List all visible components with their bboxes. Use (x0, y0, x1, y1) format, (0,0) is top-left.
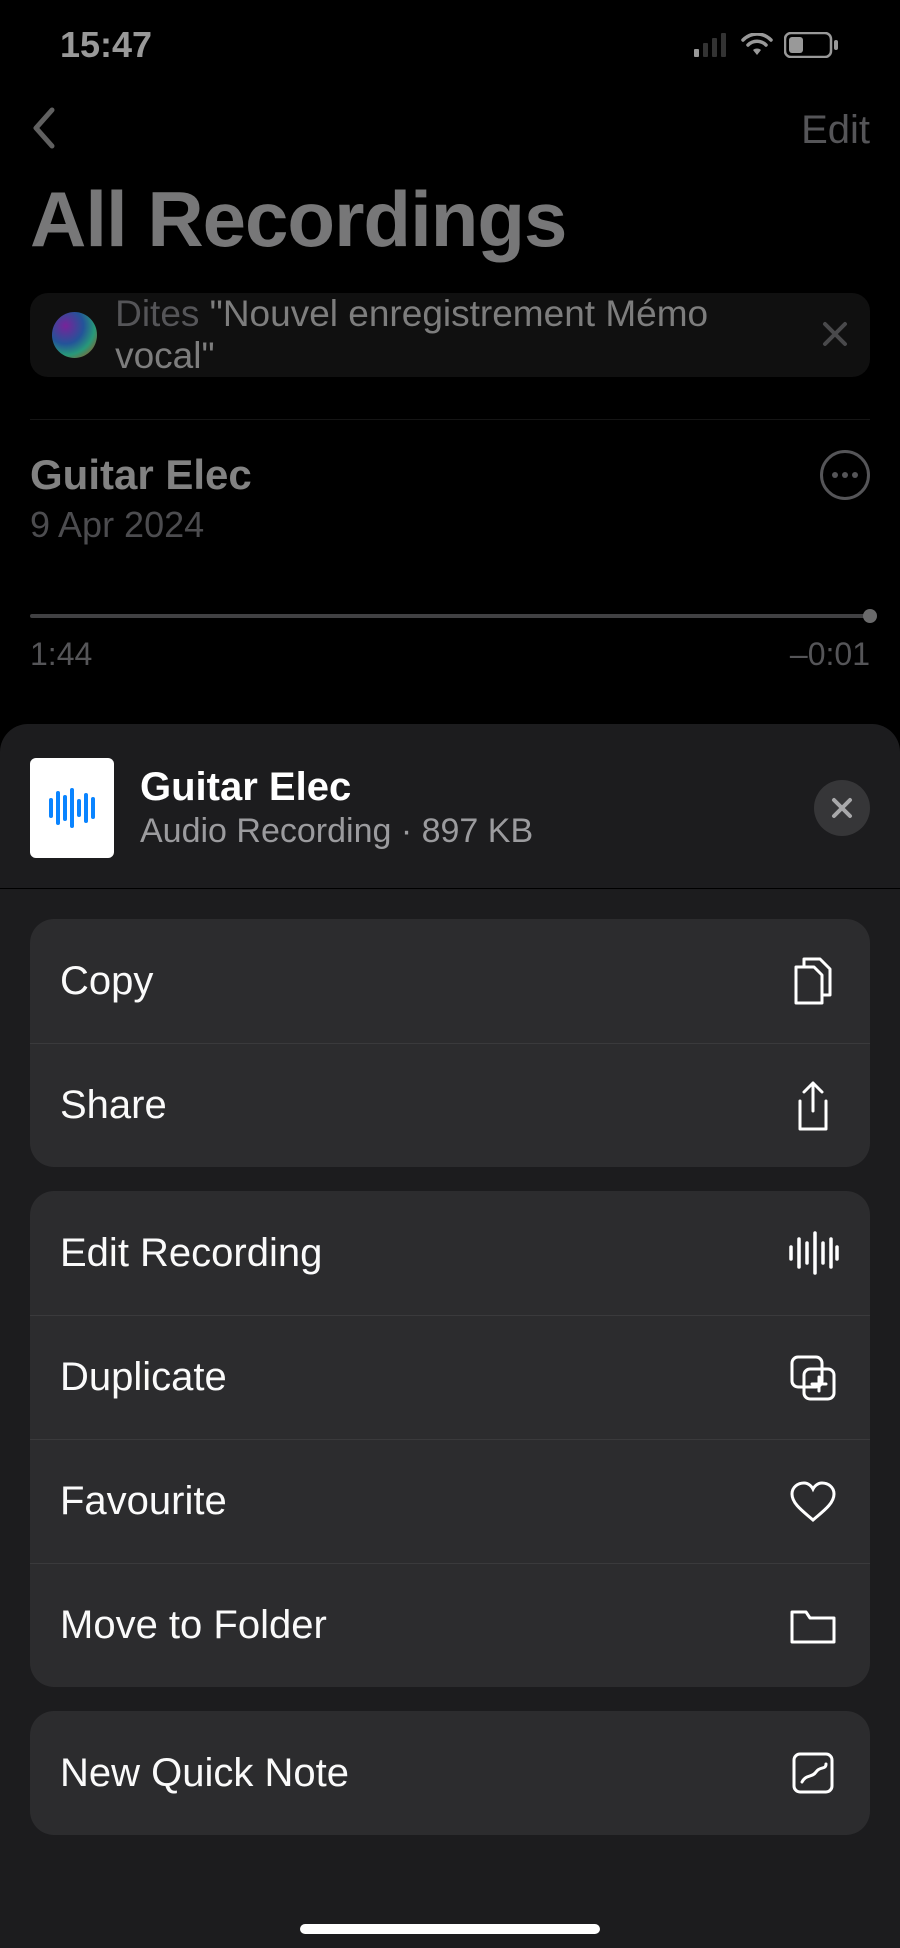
recording-title: Guitar Elec (30, 451, 252, 499)
recording-date: 9 Apr 2024 (30, 504, 870, 546)
action-sheet: Guitar Elec Audio Recording · 897 KB Cop… (0, 724, 900, 1948)
action-label: Edit Recording (60, 1231, 322, 1276)
action-label: Move to Folder (60, 1603, 327, 1648)
action-label: Copy (60, 959, 153, 1004)
status-time: 15:47 (60, 24, 152, 66)
file-icon (30, 758, 114, 858)
waveform-icon (786, 1226, 840, 1280)
sheet-title: Guitar Elec (140, 765, 533, 810)
edit-button[interactable]: Edit (801, 108, 870, 153)
battery-icon (784, 32, 840, 58)
duplicate-icon (786, 1351, 840, 1405)
progress-bar[interactable] (30, 614, 870, 618)
sheet-divider (0, 888, 900, 889)
action-label: Share (60, 1083, 167, 1128)
action-edit-recording[interactable]: Edit Recording (30, 1191, 870, 1315)
action-duplicate[interactable]: Duplicate (30, 1315, 870, 1439)
copy-icon (786, 954, 840, 1008)
progress-knob[interactable] (863, 609, 877, 623)
action-label: Duplicate (60, 1355, 227, 1400)
action-new-quick-note[interactable]: New Quick Note (30, 1711, 870, 1835)
siri-suggestion[interactable]: Dites "Nouvel enregistrement Mémo vocal" (30, 293, 870, 377)
close-icon[interactable] (822, 314, 848, 356)
action-share[interactable]: Share (30, 1043, 870, 1167)
more-button[interactable] (820, 450, 870, 500)
action-group-2: Edit Recording Duplicate (30, 1191, 870, 1687)
action-group-1: Copy Share (30, 919, 870, 1167)
share-icon (786, 1079, 840, 1133)
sheet-header: Guitar Elec Audio Recording · 897 KB (30, 758, 870, 858)
status-bar: 15:47 (30, 0, 870, 90)
remaining-time: –0:01 (790, 636, 870, 673)
sheet-subtitle: Audio Recording · 897 KB (140, 812, 533, 851)
close-sheet-button[interactable] (814, 780, 870, 836)
signal-icon (694, 33, 730, 57)
progress-times: 1:44 –0:01 (30, 636, 870, 673)
wifi-icon (740, 33, 774, 57)
status-icons (694, 32, 840, 58)
nav-row: Edit (30, 90, 870, 170)
heart-icon (786, 1475, 840, 1529)
back-button[interactable] (30, 106, 56, 155)
page-title: All Recordings (30, 174, 870, 265)
siri-icon (52, 312, 97, 358)
action-label: Favourite (60, 1479, 227, 1524)
action-label: New Quick Note (60, 1751, 349, 1796)
home-indicator[interactable] (300, 1924, 600, 1934)
folder-icon (786, 1599, 840, 1653)
action-copy[interactable]: Copy (30, 919, 870, 1043)
action-favourite[interactable]: Favourite (30, 1439, 870, 1563)
elapsed-time: 1:44 (30, 636, 92, 673)
quick-note-icon (786, 1746, 840, 1800)
siri-text: Dites "Nouvel enregistrement Mémo vocal" (115, 293, 804, 377)
action-group-3: New Quick Note (30, 1711, 870, 1835)
action-move-to-folder[interactable]: Move to Folder (30, 1563, 870, 1687)
